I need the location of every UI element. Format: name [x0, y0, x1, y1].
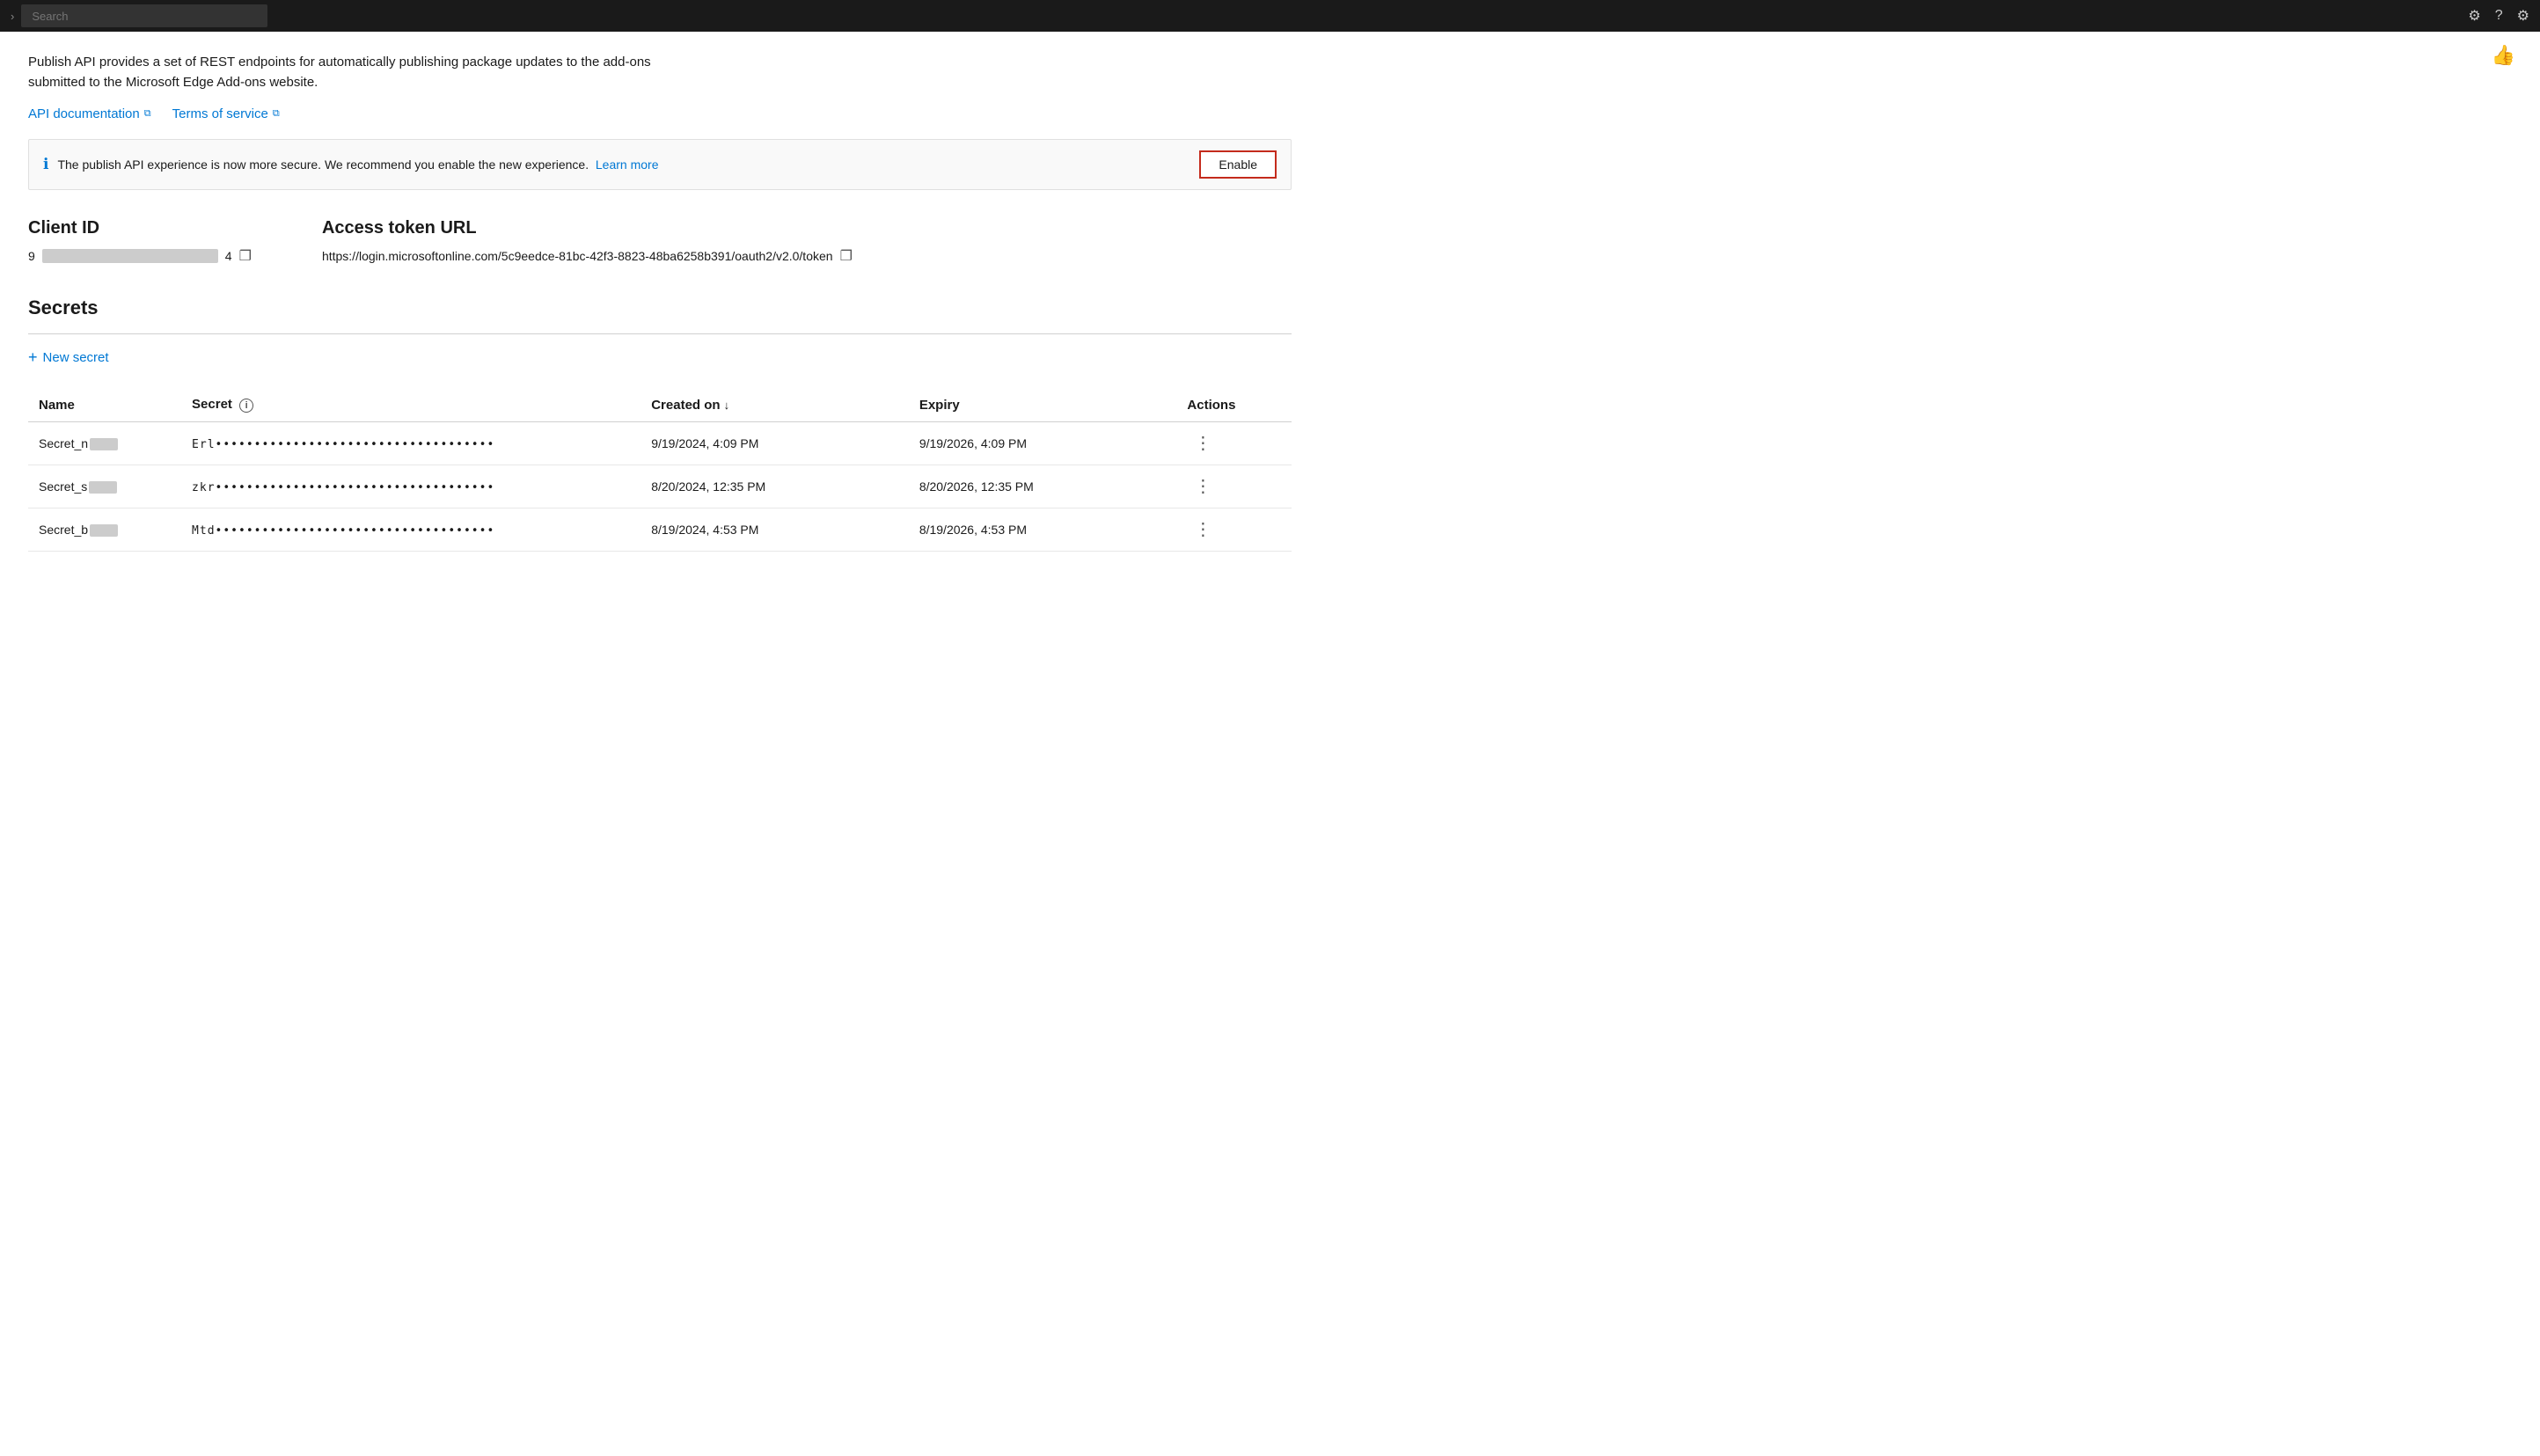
th-secret: Secret i — [181, 388, 640, 422]
sort-arrow-icon: ↓ — [724, 399, 730, 412]
external-link-icon-terms: ⧉ — [273, 108, 280, 120]
banner-message: The publish API experience is now more s… — [57, 157, 589, 172]
main-content: Publish API provides a set of REST endpo… — [0, 32, 1320, 573]
secret-name-cell: Secret_s — [28, 465, 181, 509]
secret-expiry-date: 8/20/2026, 12:35 PM — [919, 479, 1034, 494]
plus-icon: + — [28, 348, 38, 367]
th-expiry-label: Expiry — [919, 398, 960, 413]
client-id-suffix: 4 — [225, 249, 232, 263]
top-bar: › ⚙ ? ⚙ — [0, 0, 2540, 32]
secrets-table: Name Secret i Created on ↓ Expiry — [28, 388, 1292, 552]
secrets-table-body: Secret_n Erl••••••••••••••••••••••••••••… — [28, 422, 1292, 552]
banner-text: The publish API experience is now more s… — [57, 157, 1190, 172]
secret-created-date: 8/19/2024, 4:53 PM — [651, 523, 758, 537]
client-id-label: Client ID — [28, 218, 252, 238]
secret-value-text: Erl•••••••••••••••••••••••••••••••••••• — [192, 438, 494, 451]
thumbs-up-button[interactable]: 👍 — [2492, 44, 2515, 67]
secret-created-cell: 8/20/2024, 12:35 PM — [640, 465, 909, 509]
secrets-table-header: Name Secret i Created on ↓ Expiry — [28, 388, 1292, 422]
th-secret-label: Secret — [192, 397, 232, 412]
th-actions-label: Actions — [1187, 398, 1235, 413]
secret-expiry-cell: 8/19/2026, 4:53 PM — [909, 509, 1177, 552]
secret-name-cell: Secret_n — [28, 422, 181, 465]
new-secret-label: New secret — [43, 350, 109, 365]
top-bar-icons: ⚙ ? ⚙ — [2468, 7, 2529, 25]
api-documentation-link[interactable]: API documentation ⧉ — [28, 106, 151, 121]
secret-expiry-date: 8/19/2026, 4:53 PM — [919, 523, 1027, 537]
th-actions: Actions — [1176, 388, 1292, 422]
access-token-url: https://login.microsoftonline.com/5c9eed… — [322, 249, 833, 263]
secrets-section: Secrets + New secret Name Secret i — [28, 296, 1292, 552]
th-name-label: Name — [39, 398, 75, 413]
secret-value-cell: Mtd•••••••••••••••••••••••••••••••••••• — [181, 509, 640, 552]
secret-expiry-cell: 9/19/2026, 4:09 PM — [909, 422, 1177, 465]
client-id-section: Client ID 94 ❐ — [28, 218, 252, 265]
breadcrumb-arrow: › — [11, 10, 14, 23]
description-line2: submitted to the Microsoft Edge Add-ons … — [28, 75, 318, 90]
terms-of-service-link[interactable]: Terms of service ⧉ — [172, 106, 280, 121]
client-id-value: 94 — [28, 249, 232, 263]
info-banner: ℹ The publish API experience is now more… — [28, 139, 1292, 190]
secret-name-cell: Secret_b — [28, 509, 181, 552]
secret-created-cell: 8/19/2024, 4:53 PM — [640, 509, 909, 552]
learn-more-link[interactable]: Learn more — [596, 157, 659, 172]
secret-name-prefix: Secret_b — [39, 523, 88, 537]
info-icon: ℹ — [43, 156, 48, 173]
th-created[interactable]: Created on ↓ — [640, 388, 909, 422]
secret-actions-cell: ⋮ — [1176, 465, 1292, 509]
secret-value-cell: Erl•••••••••••••••••••••••••••••••••••• — [181, 422, 640, 465]
secret-expiry-date: 9/19/2026, 4:09 PM — [919, 436, 1027, 450]
terms-label: Terms of service — [172, 106, 268, 121]
actions-menu-button[interactable]: ⋮ — [1187, 521, 1219, 538]
th-name: Name — [28, 388, 181, 422]
th-expiry: Expiry — [909, 388, 1177, 422]
secret-created-cell: 9/19/2024, 4:09 PM — [640, 422, 909, 465]
search-input[interactable] — [21, 4, 267, 27]
access-token-label: Access token URL — [322, 218, 853, 238]
account-icon[interactable]: ⚙ — [2517, 7, 2529, 25]
api-docs-label: API documentation — [28, 106, 140, 121]
access-token-section: Access token URL https://login.microsoft… — [322, 218, 853, 265]
secrets-divider — [28, 333, 1292, 334]
actions-menu-button[interactable]: ⋮ — [1187, 478, 1219, 495]
th-created-label: Created on — [651, 398, 720, 413]
secret-name-redacted — [90, 438, 118, 450]
client-id-copy-icon[interactable]: ❐ — [239, 247, 252, 265]
access-token-copy-icon[interactable]: ❐ — [840, 247, 853, 265]
secret-name-redacted — [90, 524, 118, 537]
secret-name-prefix: Secret_s — [39, 479, 87, 494]
client-id-redacted — [42, 249, 218, 263]
external-link-icon-api: ⧉ — [144, 108, 151, 120]
secret-expiry-cell: 8/20/2026, 12:35 PM — [909, 465, 1177, 509]
client-id-prefix: 9 — [28, 249, 35, 263]
access-token-value-row: https://login.microsoftonline.com/5c9eed… — [322, 247, 853, 265]
links-row: API documentation ⧉ Terms of service ⧉ — [28, 106, 1292, 121]
secret-value-cell: zkr•••••••••••••••••••••••••••••••••••• — [181, 465, 640, 509]
actions-menu-button[interactable]: ⋮ — [1187, 435, 1219, 452]
secret-value-text: zkr•••••••••••••••••••••••••••••••••••• — [192, 481, 494, 494]
new-secret-button[interactable]: + New secret — [28, 345, 109, 370]
enable-button[interactable]: Enable — [1199, 150, 1277, 179]
secret-created-date: 8/20/2024, 12:35 PM — [651, 479, 765, 494]
secret-actions-cell: ⋮ — [1176, 509, 1292, 552]
secret-name-redacted — [89, 481, 117, 494]
description-line1: Publish API provides a set of REST endpo… — [28, 55, 651, 70]
table-row: Secret_s zkr••••••••••••••••••••••••••••… — [28, 465, 1292, 509]
description-text: Publish API provides a set of REST endpo… — [28, 53, 750, 92]
help-icon[interactable]: ? — [2495, 8, 2503, 24]
table-row: Secret_b Mtd••••••••••••••••••••••••••••… — [28, 509, 1292, 552]
secrets-heading: Secrets — [28, 296, 1292, 319]
secret-info-icon[interactable]: i — [239, 399, 253, 413]
client-id-value-row: 94 ❐ — [28, 247, 252, 265]
secret-created-date: 9/19/2024, 4:09 PM — [651, 436, 758, 450]
secret-name-prefix: Secret_n — [39, 436, 88, 450]
settings-icon[interactable]: ⚙ — [2468, 7, 2480, 25]
secret-actions-cell: ⋮ — [1176, 422, 1292, 465]
secret-value-text: Mtd•••••••••••••••••••••••••••••••••••• — [192, 524, 494, 538]
table-row: Secret_n Erl••••••••••••••••••••••••••••… — [28, 422, 1292, 465]
credentials-row: Client ID 94 ❐ Access token URL https://… — [28, 218, 1292, 265]
